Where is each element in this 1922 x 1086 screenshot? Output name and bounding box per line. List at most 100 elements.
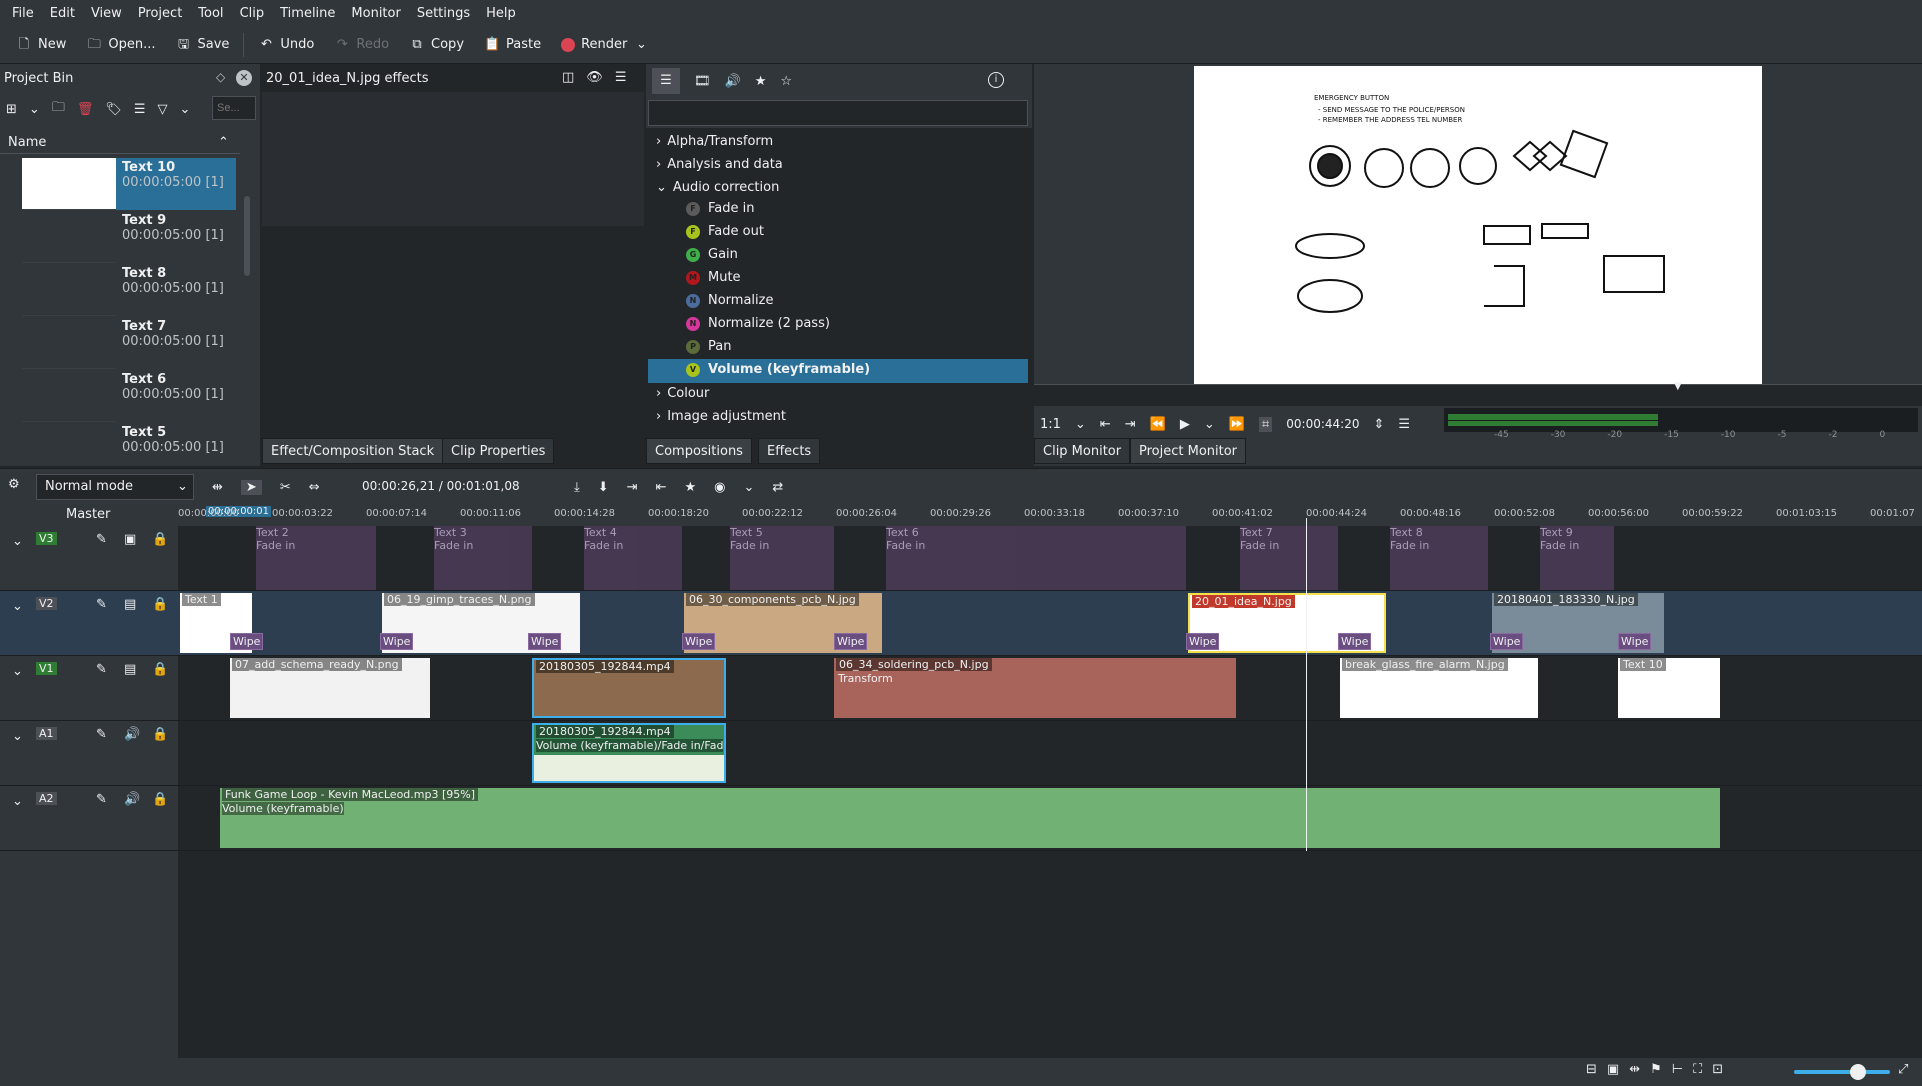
close-icon[interactable]: ✕ xyxy=(236,70,252,86)
tab-compositions[interactable]: Compositions xyxy=(646,438,752,464)
composition-clip[interactable]: Text 5 Fade in xyxy=(730,526,834,590)
composition-clip[interactable]: Text 3 Fade in xyxy=(434,526,532,590)
category-image-adjustment[interactable]: › Image adjustment xyxy=(656,409,786,424)
composition-clip[interactable]: Text 2 Fade in xyxy=(256,526,376,590)
wipe-transition[interactable]: Wipe xyxy=(230,633,264,650)
effect-fade-in[interactable]: F Fade in xyxy=(686,201,754,216)
monitor-ruler[interactable]: ▼ xyxy=(1034,381,1922,406)
lock-icon[interactable]: 🔒 xyxy=(152,792,168,807)
composition-clip[interactable]: Text 4 Fade in xyxy=(584,526,682,590)
chevron-down-icon[interactable]: ⌄ xyxy=(180,102,191,117)
fullscreen-icon[interactable]: ⤢ xyxy=(1898,1062,1908,1077)
category-colour[interactable]: › Colour xyxy=(656,386,709,401)
effect-normalize-2pass[interactable]: N Normalize (2 pass) xyxy=(686,316,830,331)
effect-normalize[interactable]: N Normalize xyxy=(686,293,773,308)
zoom-fit-icon[interactable]: ⛶ xyxy=(1693,1062,1702,1077)
bin-item[interactable]: Text 10 00:00:05:00 [1] xyxy=(22,158,236,210)
menu-help[interactable]: Help xyxy=(478,6,524,21)
monitor-zoom[interactable]: 1:1 xyxy=(1040,417,1061,432)
undo-button[interactable]: ↶ Undo xyxy=(248,30,324,60)
timeline-clip[interactable]: 20180305_192844.mp4 xyxy=(532,658,726,718)
zoom-slider-handle[interactable] xyxy=(1850,1064,1866,1080)
zoom-out-icon[interactable]: ⊡ xyxy=(1712,1062,1723,1077)
collapse-icon[interactable]: ⌄ xyxy=(12,729,23,744)
chevron-down-icon[interactable]: ⌄ xyxy=(633,37,649,53)
effect-mute[interactable]: M Mute xyxy=(686,270,741,285)
effect-fade-out[interactable]: F Fade out xyxy=(686,224,764,239)
audio-clip[interactable]: Funk Game Loop - Kevin MacLeod.mp3 [95%]… xyxy=(220,788,1720,848)
timeline-clip[interactable]: 06_34_soldering_pcb_N.jpg Transform xyxy=(834,658,1236,718)
select-tool-icon[interactable]: ➤ xyxy=(240,479,262,495)
crop-icon[interactable]: ⌗ xyxy=(1258,416,1273,432)
eye-icon[interactable]: 👁 xyxy=(586,70,603,85)
menu-file[interactable]: File xyxy=(4,6,42,21)
list-view-icon[interactable]: ☰ xyxy=(652,68,680,94)
tab-project-monitor[interactable]: Project Monitor xyxy=(1130,438,1247,464)
overwrite-icon[interactable]: ⬇ xyxy=(598,480,609,495)
effects-wand-icon[interactable]: ✎ xyxy=(96,662,107,677)
tab-clip-properties[interactable]: Clip Properties xyxy=(442,438,555,464)
chevron-down-icon[interactable]: ⌄ xyxy=(1204,417,1215,432)
track-header-v3[interactable]: ⌄ V3 ✎ ▣ 🔒 xyxy=(0,526,178,591)
rewind-icon[interactable]: ⏪ xyxy=(1150,417,1166,432)
tab-effect-stack[interactable]: Effect/Composition Stack xyxy=(262,438,444,464)
bin-item[interactable]: Text 6 00:00:05:00 [1] xyxy=(22,370,236,422)
menu-view[interactable]: View xyxy=(83,6,130,21)
zoom-slider[interactable] xyxy=(1794,1070,1890,1074)
open-button[interactable]: 🗀 Open... xyxy=(76,30,165,60)
menu-edit[interactable]: Edit xyxy=(42,6,83,21)
float-icon[interactable]: ◇ xyxy=(216,70,225,84)
chevron-down-icon[interactable]: ⌄ xyxy=(743,480,754,495)
lock-icon[interactable]: 🔒 xyxy=(152,597,168,612)
timeline-clip[interactable]: Text 10 xyxy=(1618,658,1720,718)
composition-clip[interactable]: Text 8 Fade in xyxy=(1390,526,1488,590)
menu-icon[interactable]: ☰ xyxy=(1398,417,1410,432)
slip-tool-icon[interactable]: ⇔ xyxy=(309,480,320,495)
markers-icon[interactable]: ⚑ xyxy=(1650,1062,1662,1077)
edit-mode-select[interactable]: Normal mode ⌄ xyxy=(36,474,194,500)
custom-filter-icon[interactable]: ★ xyxy=(755,74,767,89)
menu-clip[interactable]: Clip xyxy=(232,6,273,21)
effects-wand-icon[interactable]: ✎ xyxy=(96,792,107,807)
mute-audio-icon[interactable]: 🔊 xyxy=(124,727,140,742)
wipe-transition[interactable]: Wipe xyxy=(528,633,562,650)
lock-icon[interactable]: 🔒 xyxy=(152,662,168,677)
timeline-clip[interactable]: break_glass_fire_alarm_N.jpg xyxy=(1340,658,1538,718)
effects-search-input[interactable] xyxy=(648,100,1028,126)
wipe-transition[interactable]: Wipe xyxy=(834,633,868,650)
settings-icon[interactable]: ☰ xyxy=(615,70,627,85)
bin-item[interactable]: Text 8 00:00:05:00 [1] xyxy=(22,264,236,316)
track-header-v1[interactable]: ⌄ V1 ✎ ▤ 🔒 xyxy=(0,656,178,721)
audio-filter-icon[interactable]: 🔊 xyxy=(725,74,741,89)
snap-icon[interactable]: ◉ xyxy=(714,480,725,495)
insert-icon[interactable]: ⤓ xyxy=(574,480,580,495)
category-analysis[interactable]: › Analysis and data xyxy=(656,157,783,172)
video-filter-icon[interactable]: 🎞 xyxy=(694,74,711,89)
redo-button[interactable]: ↷ Redo xyxy=(324,30,399,60)
add-folder-icon[interactable]: 🗀 xyxy=(52,98,65,120)
timeline-ruler[interactable]: 00:00:00:01 00:00:00:00 00:00:03:22 00:00:… xyxy=(178,504,1922,526)
audio-thumbnails-icon[interactable]: ⇹ xyxy=(1629,1062,1640,1077)
render-button[interactable]: Render ⌄ xyxy=(551,30,659,60)
master-header[interactable]: Master xyxy=(0,504,178,526)
wipe-transition[interactable]: Wipe xyxy=(682,633,716,650)
menu-monitor[interactable]: Monitor xyxy=(343,6,408,21)
collapse-icon[interactable]: ⌄ xyxy=(12,664,23,679)
wipe-transition[interactable]: Wipe xyxy=(1490,633,1524,650)
hide-track-icon[interactable]: ▤ xyxy=(124,662,136,677)
extract-icon[interactable]: ⇤ xyxy=(656,480,667,495)
category-alpha-transform[interactable]: › Alpha/Transform xyxy=(656,134,773,149)
lock-icon[interactable]: 🔒 xyxy=(152,532,168,547)
chevron-down-icon[interactable]: ⌄ xyxy=(29,102,40,117)
timeline-playhead[interactable] xyxy=(1306,518,1307,851)
collapse-icon[interactable]: ⌄ xyxy=(12,534,23,549)
track-v2[interactable]: Text 1 06_19_gimp_traces_N.png 06_30_com… xyxy=(178,591,1922,656)
save-button[interactable]: 🖫 Save xyxy=(165,30,239,60)
set-out-icon[interactable]: ⇥ xyxy=(1125,417,1136,432)
effect-pan[interactable]: P Pan xyxy=(686,339,731,354)
effect-gain[interactable]: G Gain xyxy=(686,247,738,262)
monitor-timecode[interactable]: 00:00:44:20 xyxy=(1286,417,1359,431)
wipe-transition[interactable]: Wipe xyxy=(1338,633,1372,650)
monitor-preview[interactable]: EMERGENCY BUTTON - SEND MESSAGE TO THE P… xyxy=(1194,66,1762,384)
tag-icon[interactable]: 🏷 xyxy=(105,102,122,117)
